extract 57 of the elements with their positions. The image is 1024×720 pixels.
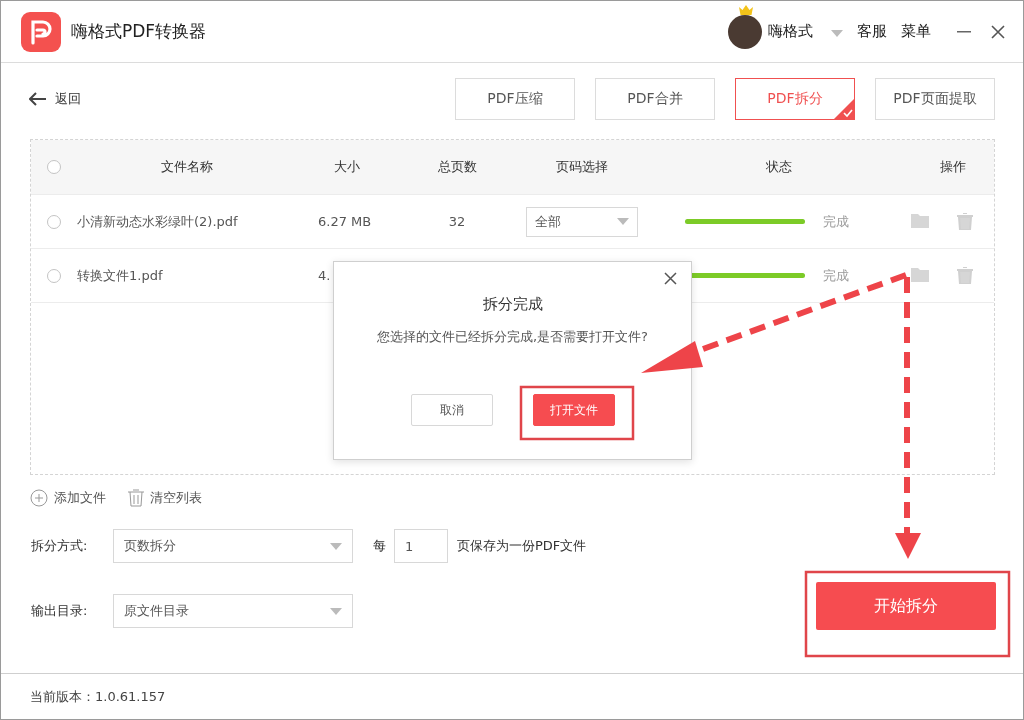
- back-arrow-icon: [29, 92, 47, 106]
- file-size: 6.27 MB: [317, 214, 373, 229]
- field-label: 页保存为一份PDF文件: [457, 537, 587, 555]
- dialog-title: 拆分完成: [482, 295, 543, 314]
- menu-item[interactable]: 菜单: [901, 22, 931, 41]
- caret-icon: [617, 218, 629, 225]
- tab[interactable]: PDF页面提取: [875, 78, 995, 120]
- split-mode-select[interactable]: 页数拆分: [113, 529, 353, 563]
- add-file-button[interactable]: 添加文件: [30, 489, 106, 507]
- trash-icon[interactable]: [957, 213, 973, 230]
- row-radio[interactable]: [47, 214, 61, 229]
- menu-item[interactable]: 客服: [857, 22, 887, 41]
- caret-icon: [330, 542, 342, 550]
- field-label: 每: [373, 537, 386, 555]
- field-label: 输出目录:: [31, 602, 89, 620]
- back-link[interactable]: 返回: [29, 90, 81, 108]
- tab[interactable]: PDF合并: [595, 78, 715, 120]
- dialog-message: 您选择的文件已经拆分完成,是否需要打开文件?: [376, 328, 648, 346]
- field-label: 拆分方式:: [31, 537, 89, 555]
- status-text: 完成: [823, 266, 849, 285]
- folder-icon[interactable]: [911, 213, 929, 228]
- column-header: 文件名称: [160, 158, 214, 176]
- column-header: 状态: [765, 158, 793, 176]
- select-all-radio[interactable]: [47, 160, 61, 174]
- plus-circle-icon: [30, 489, 48, 507]
- trash-icon: [128, 489, 144, 507]
- row-radio[interactable]: [47, 268, 61, 283]
- status-text: 完成: [823, 212, 849, 231]
- tab[interactable]: PDF压缩: [455, 78, 575, 120]
- minimize-icon[interactable]: [957, 30, 971, 33]
- app-logo-icon: [21, 11, 61, 52]
- close-icon[interactable]: [664, 272, 677, 285]
- output-dir-select[interactable]: 原文件目录: [113, 594, 353, 628]
- file-name: 转换文件1.pdf: [77, 266, 164, 285]
- column-header: 页码选择: [555, 158, 609, 176]
- caret-icon: [831, 30, 843, 37]
- clear-list-button[interactable]: 清空列表: [128, 489, 202, 507]
- crown-icon: [739, 4, 753, 15]
- column-header: 大小: [333, 158, 361, 176]
- close-icon[interactable]: [991, 24, 1005, 39]
- tab[interactable]: PDF拆分: [735, 78, 855, 120]
- file-size: 4.: [317, 268, 332, 283]
- avatar[interactable]: [728, 14, 762, 49]
- window-title: 嗨格式PDF转换器: [71, 20, 207, 43]
- file-name: 小清新动态水彩绿叶(2).pdf: [77, 212, 239, 231]
- pages-input[interactable]: 1: [394, 529, 448, 563]
- trash-icon[interactable]: [957, 267, 973, 284]
- page-count: 32: [447, 214, 467, 229]
- column-header: 操作: [938, 158, 967, 176]
- page-select[interactable]: 全部: [526, 206, 638, 237]
- version-text: 当前版本：1.0.61.157: [30, 687, 166, 706]
- user-name[interactable]: 嗨格式: [768, 22, 813, 41]
- check-corner-icon: [833, 98, 855, 120]
- cancel-button[interactable]: 取消: [410, 394, 493, 426]
- caret-icon: [330, 607, 342, 615]
- folder-icon[interactable]: [911, 267, 929, 282]
- column-header: 总页数: [436, 158, 478, 176]
